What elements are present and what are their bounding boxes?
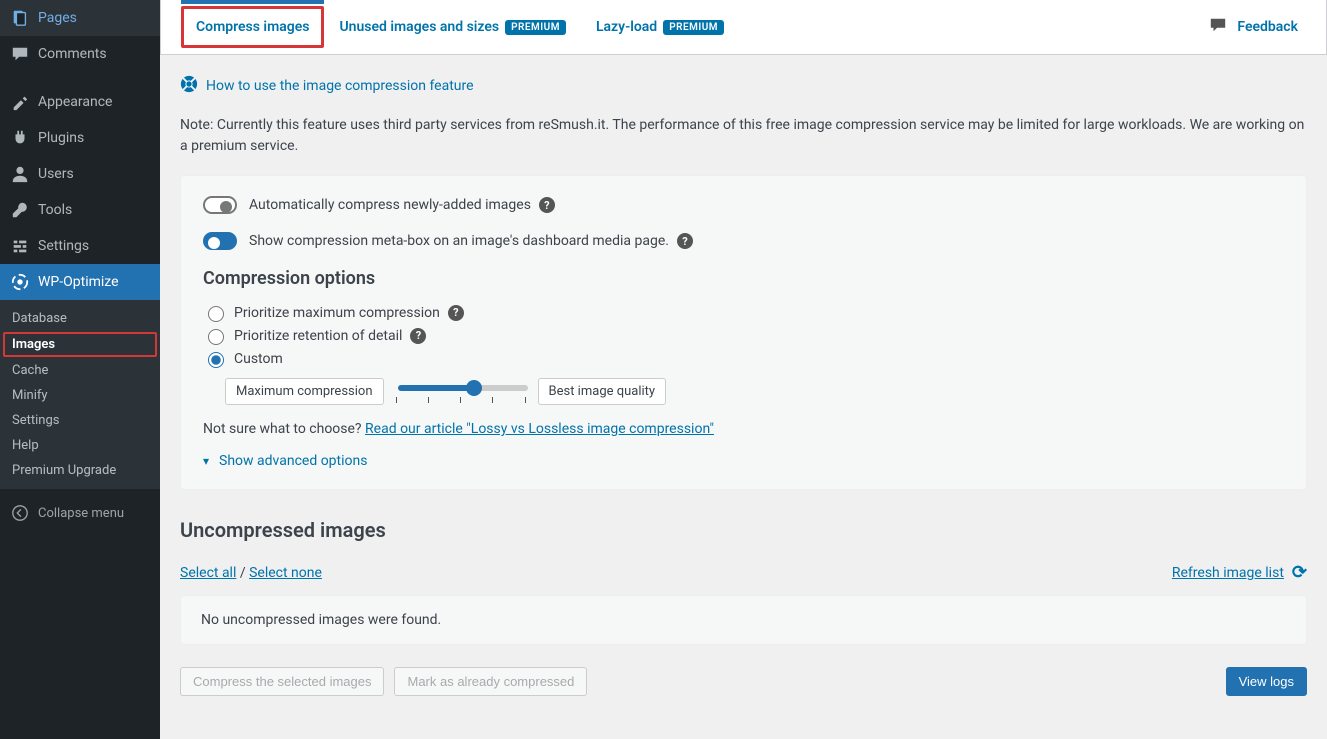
feedback-label: Feedback [1237,19,1298,35]
view-logs-button[interactable]: View logs [1226,667,1307,696]
menu-label: Appearance [38,94,112,110]
options-panel: Automatically compress newly-added image… [180,175,1307,490]
tab-bar: Compress images Unused images and sizes … [160,0,1327,55]
refresh-image-list[interactable]: Refresh image list ⟳ [1172,562,1307,583]
submenu-cache[interactable]: Cache [0,358,160,383]
radio-input[interactable] [208,306,224,322]
radio-input[interactable] [208,329,224,345]
menu-pages[interactable]: Pages [0,0,160,36]
menu-label: Plugins [38,130,84,146]
tab-label: Unused images and sizes [339,19,499,35]
radio-label: Prioritize maximum compression [234,305,440,321]
menu-label: Comments [38,46,107,62]
menu-label: Pages [38,10,77,26]
submenu-minify[interactable]: Minify [0,383,160,408]
submenu-images[interactable]: Images [3,332,157,357]
uncompressed-heading: Uncompressed images [180,518,1307,542]
main-content: Compress images Unused images and sizes … [160,0,1327,739]
radio-label: Custom [234,351,283,367]
advanced-label: Show advanced options [219,453,367,469]
tools-icon [10,200,30,220]
compression-options-heading: Compression options [203,268,1284,289]
radio-label: Prioritize retention of detail [234,328,402,344]
tab-unused-images[interactable]: Unused images and sizes PREMIUM [324,3,581,51]
menu-tools[interactable]: Tools [0,192,160,228]
radio-custom[interactable]: Custom [203,349,1284,368]
compression-slider[interactable] [398,385,528,391]
help-icon[interactable]: ? [677,233,693,249]
menu-label: Settings [38,238,89,254]
appearance-icon [10,92,30,112]
tab-label: Compress images [196,19,309,35]
submenu-settings[interactable]: Settings [0,408,160,433]
premium-badge: PREMIUM [505,20,566,35]
radio-retention-detail[interactable]: Prioritize retention of detail ? [203,326,1284,345]
toggle-label: Automatically compress newly-added image… [249,197,531,213]
separator: / [240,565,249,581]
users-icon [10,164,30,184]
refresh-icon: ⟳ [1292,562,1307,583]
help-icon[interactable]: ? [448,305,464,321]
menu-comments[interactable]: Comments [0,36,160,72]
wpo-submenu: Database Images Cache Minify Settings He… [0,300,160,489]
tab-label: Lazy-load [596,19,657,35]
menu-wp-optimize[interactable]: WP-Optimize [0,264,160,300]
comments-icon [10,44,30,64]
tab-compress-images[interactable]: Compress images [181,6,324,48]
premium-badge: PREMIUM [663,20,724,35]
feedback-link[interactable]: Feedback [1201,0,1306,54]
submenu-help[interactable]: Help [0,433,160,458]
pages-icon [10,8,30,28]
hint-link[interactable]: Read our article "Lossy vs Lossless imag… [365,421,714,437]
menu-label: Users [38,166,74,182]
help-circle-icon [180,75,198,97]
admin-sidebar: Pages Comments Appearance Plugins Users … [0,0,160,739]
wpo-icon [10,272,30,292]
select-none-link[interactable]: Select none [249,565,322,581]
slider-label-best: Best image quality [538,378,667,405]
compress-selected-button[interactable]: Compress the selected images [180,667,384,696]
radio-max-compression[interactable]: Prioritize maximum compression ? [203,303,1284,322]
tab-lazy-load[interactable]: Lazy-load PREMIUM [581,3,739,51]
menu-plugins[interactable]: Plugins [0,120,160,156]
submenu-premium[interactable]: Premium Upgrade [0,458,160,483]
show-advanced-toggle[interactable]: ▾ Show advanced options [203,453,1284,469]
menu-label: Tools [38,202,72,218]
howto-link[interactable]: How to use the image compression feature [180,75,1307,97]
menu-appearance[interactable]: Appearance [0,84,160,120]
collapse-icon [10,503,30,523]
chevron-down-icon: ▾ [203,454,209,468]
toggle-label: Show compression meta-box on an image's … [249,233,669,249]
toggle-auto-compress[interactable] [203,196,237,214]
toggle-meta-box[interactable] [203,232,237,250]
mark-compressed-button[interactable]: Mark as already compressed [394,667,587,696]
refresh-label: Refresh image list [1172,565,1284,581]
collapse-menu[interactable]: Collapse menu [0,495,160,531]
help-icon[interactable]: ? [410,328,426,344]
collapse-label: Collapse menu [38,506,124,521]
settings-icon [10,236,30,256]
hint-prefix: Not sure what to choose? [203,421,365,437]
submenu-database[interactable]: Database [0,306,160,331]
howto-text: How to use the image compression feature [206,78,474,94]
select-all-link[interactable]: Select all [180,565,236,581]
menu-users[interactable]: Users [0,156,160,192]
empty-state: No uncompressed images were found. [180,595,1307,645]
radio-input[interactable] [208,352,224,368]
help-icon[interactable]: ? [539,197,555,213]
plugins-icon [10,128,30,148]
service-note: Note: Currently this feature uses third … [180,115,1307,157]
menu-settings[interactable]: Settings [0,228,160,264]
menu-label: WP-Optimize [38,274,119,290]
feedback-icon [1209,16,1227,38]
slider-label-max: Maximum compression [225,378,384,405]
hint-text: Not sure what to choose? Read our articl… [203,421,1284,437]
